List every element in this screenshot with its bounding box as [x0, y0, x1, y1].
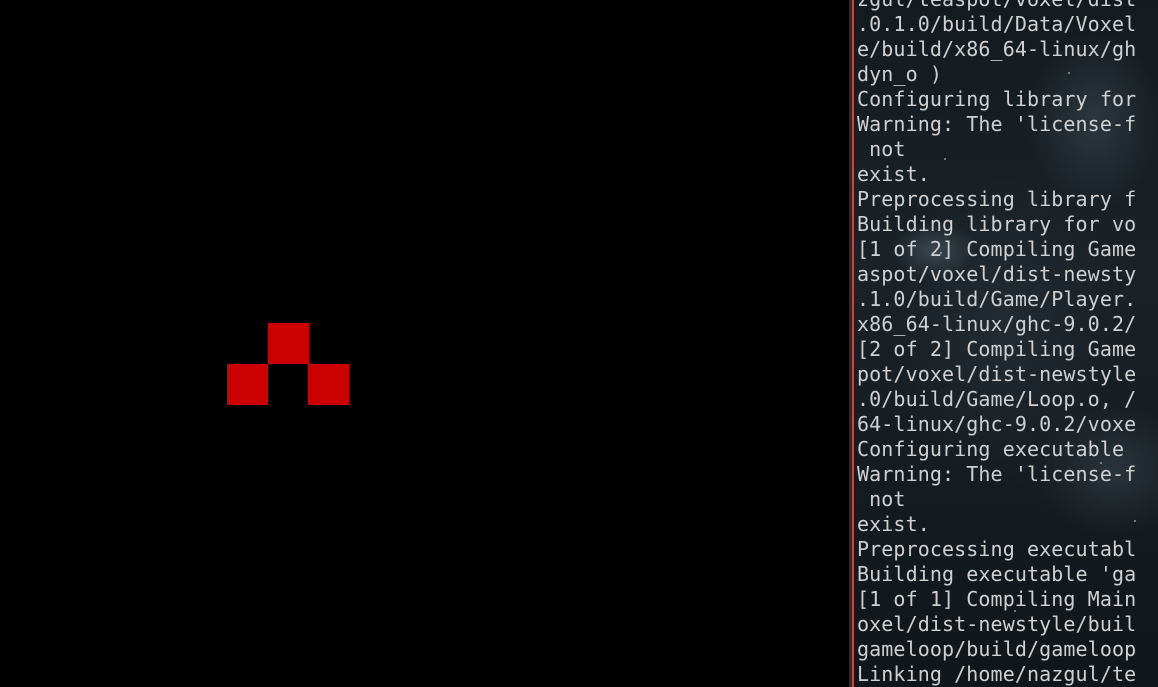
red-voxel-block-left — [227, 364, 268, 405]
terminal-line: e/build/x86_64-linux/gh — [857, 37, 1137, 61]
terminal-line: [1 of 2] Compiling Game — [857, 237, 1137, 261]
red-voxel-block-top — [268, 323, 309, 364]
terminal-line: Preprocessing executabl — [857, 537, 1137, 561]
terminal-line: Preprocessing library f — [857, 187, 1137, 211]
terminal-line: not — [857, 137, 906, 161]
terminal-line: Building executable 'ga — [857, 562, 1137, 586]
terminal-line: Configuring library for — [857, 87, 1137, 111]
terminal-line: Configuring executable — [857, 437, 1137, 461]
game-window[interactable] — [0, 0, 849, 687]
terminal-line: .0.1.0/build/Data/Voxel — [857, 12, 1137, 36]
terminal-output: zgul/teaspot/voxel/dist .0.1.0/build/Dat… — [857, 0, 1136, 687]
terminal-line: [2 of 2] Compiling Game — [857, 337, 1137, 361]
terminal-line: pot/voxel/dist-newstyle — [857, 362, 1137, 386]
red-voxel-block-right — [308, 364, 349, 405]
terminal-line: not — [857, 487, 906, 511]
terminal-line: exist. — [857, 512, 930, 536]
terminal-line: Building library for vo — [857, 212, 1137, 236]
terminal-line: 64-linux/ghc-9.0.2/voxe — [857, 412, 1137, 436]
terminal-line: oxel/dist-newstyle/buil — [857, 612, 1137, 636]
terminal-line: .0/build/Game/Loop.o, / — [857, 387, 1137, 411]
terminal-line: .1.0/build/Game/Player. — [857, 287, 1137, 311]
terminal-line: gameloop/build/gameloop — [857, 637, 1137, 661]
terminal-line: x86_64-linux/ghc-9.0.2/ — [857, 312, 1137, 336]
terminal-line: dyn_o ) — [857, 62, 942, 86]
terminal-line: Linking /home/nazgul/te — [857, 662, 1137, 686]
desktop-screen: zgul/teaspot/voxel/dist .0.1.0/build/Dat… — [0, 0, 1158, 687]
terminal-line: aspot/voxel/dist-newsty — [857, 262, 1137, 286]
terminal-line: Warning: The 'license-f — [857, 112, 1137, 136]
terminal-line: Warning: The 'license-f — [857, 462, 1137, 486]
terminal-line: [1 of 1] Compiling Main — [857, 587, 1137, 611]
terminal-window[interactable]: zgul/teaspot/voxel/dist .0.1.0/build/Dat… — [854, 0, 1158, 687]
terminal-line: exist. — [857, 162, 930, 186]
terminal-line: zgul/teaspot/voxel/dist — [857, 0, 1136, 12]
